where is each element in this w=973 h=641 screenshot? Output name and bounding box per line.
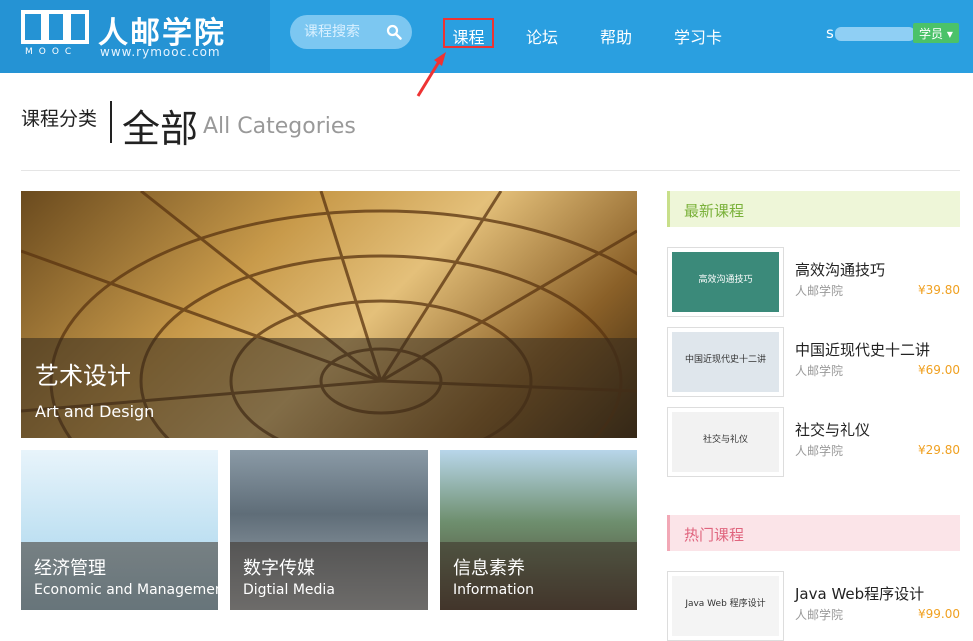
card-title: 艺术设计 <box>35 362 131 390</box>
course-thumbnail[interactable]: 高效沟通技巧 <box>667 247 784 317</box>
course-name[interactable]: Java Web程序设计 <box>795 583 924 604</box>
category-title-en: All Categories <box>203 114 356 139</box>
card-caption: 信息素养 Information <box>440 542 637 610</box>
course-item[interactable]: 高效沟通技巧 高效沟通技巧 人邮学院 ¥39.80 <box>667 247 960 317</box>
category-card-information[interactable]: 信息素养 Information <box>440 450 637 610</box>
logo-mark-text: MOOC <box>25 47 77 56</box>
role-badge[interactable]: 学员 ▾ <box>913 23 959 43</box>
card-subtitle: Economic and Management <box>34 582 218 598</box>
course-thumbnail[interactable]: Java Web 程序设计 <box>667 571 784 641</box>
course-price: ¥69.00 <box>918 363 960 377</box>
course-source: 人邮学院 <box>795 608 844 622</box>
category-card-art-design[interactable]: 艺术设计 Art and Design <box>21 191 637 438</box>
course-thumbnail[interactable]: 中国近现代史十二讲 <box>667 327 784 397</box>
chevron-down-icon: ▾ <box>946 27 953 41</box>
user-name-start: s <box>826 24 834 42</box>
thumb-text: 高效沟通技巧 <box>672 252 779 312</box>
card-title: 信息素养 <box>453 558 525 579</box>
course-item[interactable]: Java Web 程序设计 Java Web程序设计 人邮学院 ¥99.00 <box>667 571 960 641</box>
logo-panel[interactable]: MOOC 人邮学院 www.rymooc.com <box>0 0 270 73</box>
thumb-text: 中国近现代史十二讲 <box>672 332 779 392</box>
heading-separator <box>110 101 112 143</box>
course-source: 人邮学院 <box>795 284 844 298</box>
latest-courses-title: 最新课程 <box>667 191 960 227</box>
red-pointer-arrow-icon <box>416 52 446 97</box>
card-caption: 经济管理 Economic and Management <box>21 542 218 610</box>
card-title: 经济管理 <box>34 558 106 579</box>
category-card-digital-media[interactable]: 数字传媒 Digtial Media <box>230 450 428 610</box>
card-subtitle: Art and Design <box>35 402 155 421</box>
logo-url: www.rymooc.com <box>100 45 221 59</box>
course-price: ¥39.80 <box>918 283 960 297</box>
category-label: 课程分类 <box>21 108 98 130</box>
card-caption: 艺术设计 Art and Design <box>21 338 637 438</box>
course-name[interactable]: 高效沟通技巧 <box>795 259 885 280</box>
course-item[interactable]: 中国近现代史十二讲 中国近现代史十二讲 人邮学院 ¥69.00 <box>667 327 960 397</box>
user-name[interactable]: sg <box>826 24 925 42</box>
category-title: 全部 <box>122 107 199 151</box>
nav-courses[interactable]: 课程 <box>443 18 494 48</box>
course-source: 人邮学院 <box>795 364 844 378</box>
card-subtitle: Digtial Media <box>243 582 335 598</box>
thumb-text: Java Web 程序设计 <box>672 576 779 636</box>
nav-forum[interactable]: 论坛 <box>526 24 558 48</box>
course-price: ¥99.00 <box>918 607 960 621</box>
role-badge-label: 学员 <box>919 27 944 41</box>
blurred-name <box>834 26 915 41</box>
card-caption: 数字传媒 Digtial Media <box>230 542 428 610</box>
course-search-box <box>290 15 412 49</box>
search-icon[interactable] <box>386 24 402 40</box>
search-input[interactable] <box>304 23 376 41</box>
category-card-economics[interactable]: 经济管理 Economic and Management <box>21 450 218 610</box>
card-subtitle: Information <box>453 582 535 598</box>
course-source: 人邮学院 <box>795 444 844 458</box>
nav-study-card[interactable]: 学习卡 <box>674 24 722 48</box>
course-price: ¥29.80 <box>918 443 960 457</box>
course-item[interactable]: 社交与礼仪 社交与礼仪 人邮学院 ¥29.80 <box>667 407 960 477</box>
heading-divider <box>21 170 960 171</box>
hot-courses-title: 热门课程 <box>667 515 960 551</box>
course-name[interactable]: 中国近现代史十二讲 <box>795 339 930 360</box>
course-thumbnail[interactable]: 社交与礼仪 <box>667 407 784 477</box>
top-navigation-bar: MOOC 人邮学院 www.rymooc.com 课程 论坛 帮助 学习卡 sg… <box>0 0 973 73</box>
thumb-text: 社交与礼仪 <box>672 412 779 472</box>
card-title: 数字传媒 <box>243 558 315 579</box>
logo-icon: MOOC <box>21 10 89 56</box>
nav-help[interactable]: 帮助 <box>600 24 632 48</box>
course-name[interactable]: 社交与礼仪 <box>795 419 870 440</box>
